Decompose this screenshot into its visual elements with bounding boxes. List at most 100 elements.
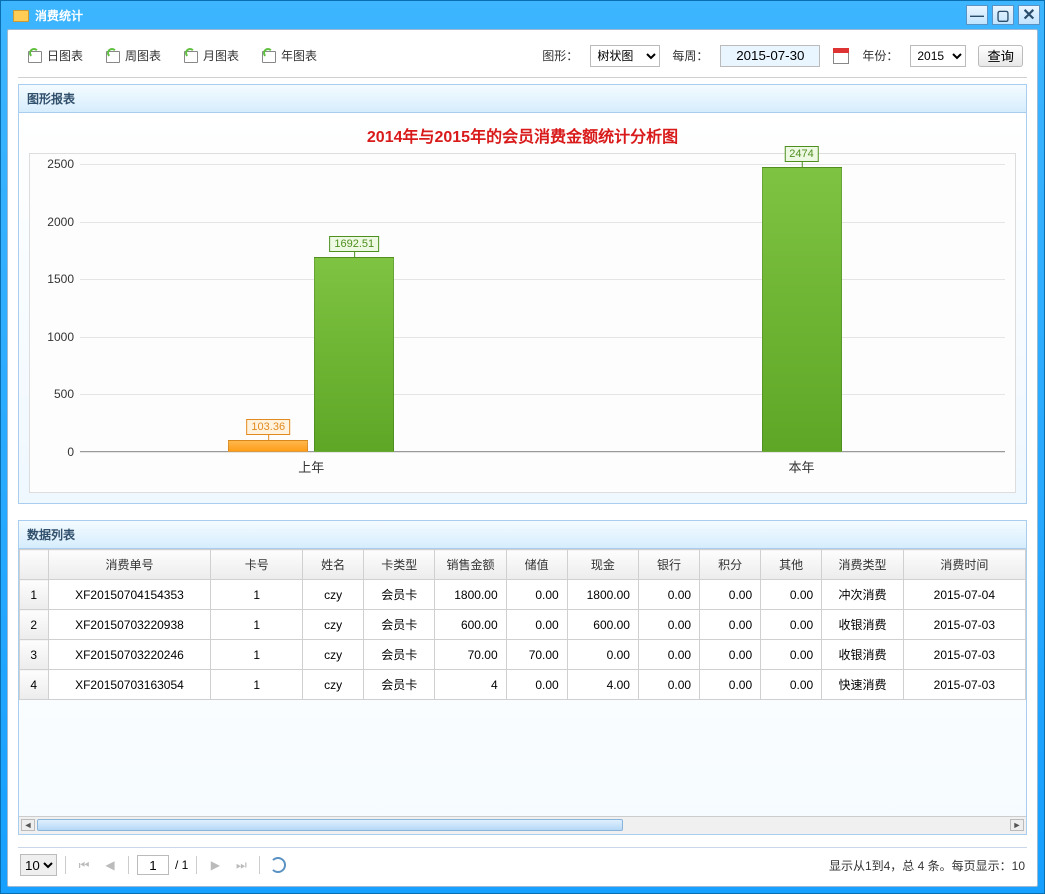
year-chart-button[interactable]: 年图表: [256, 44, 322, 67]
chart-panel: 图形报表 2014年与2015年的会员消费金额统计分析图 05001000150…: [18, 84, 1027, 504]
toolbar: 日图表 周图表 月图表 年图表 图形： 树状图 每周： 年份： 2015 查询: [18, 40, 1027, 78]
column-header[interactable]: 其他: [761, 550, 822, 580]
row-index: 2: [20, 610, 49, 640]
month-chart-button[interactable]: 月图表: [178, 44, 244, 67]
cell-stored: 0.00: [506, 580, 567, 610]
refresh-icon: [261, 48, 277, 64]
prev-page-button[interactable]: ◀: [100, 855, 120, 875]
year-chart-label: 年图表: [281, 47, 317, 64]
maximize-button[interactable]: ▢: [992, 5, 1014, 25]
x-label: 本年: [788, 457, 814, 476]
cell-order: XF20150703220246: [48, 640, 211, 670]
cell-time: 2015-07-03: [903, 640, 1025, 670]
table-row[interactable]: 4XF201507031630541czy会员卡40.004.000.000.0…: [20, 670, 1026, 700]
close-button[interactable]: ✕: [1018, 5, 1040, 25]
gridline: [80, 452, 1005, 453]
y-tick: 1500: [47, 272, 74, 286]
column-header[interactable]: 销售金额: [435, 550, 506, 580]
cell-order: XF20150703163054: [48, 670, 211, 700]
refresh-icon: [105, 48, 121, 64]
cell-bank: 0.00: [638, 610, 699, 640]
cell-other: 0.00: [761, 580, 822, 610]
row-index: 3: [20, 640, 49, 670]
refresh-button[interactable]: [268, 855, 288, 875]
day-chart-label: 日图表: [47, 47, 83, 64]
table-row[interactable]: 3XF201507032202461czy会员卡70.0070.000.000.…: [20, 640, 1026, 670]
column-header[interactable]: 卡类型: [364, 550, 435, 580]
query-button[interactable]: 查询: [978, 45, 1023, 67]
cell-card: 1: [211, 610, 303, 640]
cell-bank: 0.00: [638, 670, 699, 700]
cell-ctype: 快速消费: [822, 670, 903, 700]
column-header[interactable]: 现金: [567, 550, 638, 580]
horizontal-scrollbar[interactable]: ◄ ►: [19, 816, 1026, 834]
bar-value-label: 2474: [784, 146, 818, 162]
plot-area: 上年103.361692.51本年2474: [80, 164, 1005, 452]
day-chart-button[interactable]: 日图表: [22, 44, 88, 67]
scroll-right-icon[interactable]: ►: [1010, 819, 1024, 831]
cell-time: 2015-07-03: [903, 670, 1025, 700]
table-row[interactable]: 1XF201507041543531czy会员卡1800.000.001800.…: [20, 580, 1026, 610]
year-select[interactable]: 2015: [910, 45, 966, 67]
refresh-icon: [183, 48, 199, 64]
grid-wrap: 消费单号卡号姓名卡类型销售金额储值现金银行积分其他消费类型消费时间 1XF201…: [18, 549, 1027, 835]
folder-icon: [13, 8, 29, 22]
bar: 1692.51: [314, 257, 394, 452]
column-header[interactable]: 积分: [700, 550, 761, 580]
column-header[interactable]: 消费单号: [48, 550, 211, 580]
cell-stored: 0.00: [506, 610, 567, 640]
y-tick: 0: [67, 445, 74, 459]
last-page-button[interactable]: ⏭: [231, 855, 251, 875]
gridline: [80, 164, 1005, 165]
gridline: [80, 337, 1005, 338]
cell-cash: 4.00: [567, 670, 638, 700]
week-chart-button[interactable]: 周图表: [100, 44, 166, 67]
chart-panel-title: 图形报表: [18, 84, 1027, 113]
cell-other: 0.00: [761, 640, 822, 670]
cell-points: 0.00: [700, 640, 761, 670]
column-header[interactable]: 消费类型: [822, 550, 903, 580]
cell-cash: 1800.00: [567, 580, 638, 610]
refresh-icon: [270, 857, 286, 873]
gridline: [80, 222, 1005, 223]
window: 消费统计 — ▢ ✕ 日图表 周图表 月图表 年图表 图形： 树状图 每周： 年…: [0, 0, 1045, 894]
bar: 103.36: [228, 440, 308, 452]
table-row[interactable]: 2XF201507032209381czy会员卡600.000.00600.00…: [20, 610, 1026, 640]
minimize-button[interactable]: —: [966, 5, 988, 25]
scroll-thumb[interactable]: [37, 819, 623, 831]
column-header[interactable]: 姓名: [303, 550, 364, 580]
column-header[interactable]: 消费时间: [903, 550, 1025, 580]
cell-other: 0.00: [761, 610, 822, 640]
date-input[interactable]: [720, 45, 820, 67]
month-chart-label: 月图表: [203, 47, 239, 64]
data-panel: 数据列表 消费单号卡号姓名卡类型销售金额储值现金银行积分其他消费类型消费时间 1…: [18, 520, 1027, 835]
cell-type: 会员卡: [364, 670, 435, 700]
chart-area: 05001000150020002500 上年103.361692.51本年24…: [29, 153, 1016, 493]
cell-type: 会员卡: [364, 640, 435, 670]
y-tick: 1000: [47, 330, 74, 344]
total-pages: / 1: [175, 858, 188, 872]
cell-name: czy: [303, 670, 364, 700]
row-index: 4: [20, 670, 49, 700]
cell-cash: 600.00: [567, 610, 638, 640]
first-page-button[interactable]: ⏮: [74, 855, 94, 875]
chart-wrap: 2014年与2015年的会员消费金额统计分析图 0500100015002000…: [18, 113, 1027, 504]
shape-select[interactable]: 树状图: [590, 45, 660, 67]
cell-name: czy: [303, 640, 364, 670]
calendar-icon[interactable]: [832, 47, 850, 65]
window-controls: — ▢ ✕: [966, 5, 1040, 25]
next-page-button[interactable]: ▶: [205, 855, 225, 875]
column-header[interactable]: 储值: [506, 550, 567, 580]
column-header[interactable]: 银行: [638, 550, 699, 580]
page-size-select[interactable]: 10: [20, 854, 57, 876]
row-index: 1: [20, 580, 49, 610]
cell-cash: 0.00: [567, 640, 638, 670]
cell-type: 会员卡: [364, 610, 435, 640]
cell-bank: 0.00: [638, 640, 699, 670]
column-header[interactable]: 卡号: [211, 550, 303, 580]
pager: 10 ⏮ ◀ / 1 ▶ ⏭ 显示从1到4，总 4 条。每页显示：10: [18, 847, 1027, 876]
page-input[interactable]: [137, 855, 169, 875]
bar: 2474: [762, 167, 842, 452]
scroll-left-icon[interactable]: ◄: [21, 819, 35, 831]
cell-stored: 70.00: [506, 640, 567, 670]
